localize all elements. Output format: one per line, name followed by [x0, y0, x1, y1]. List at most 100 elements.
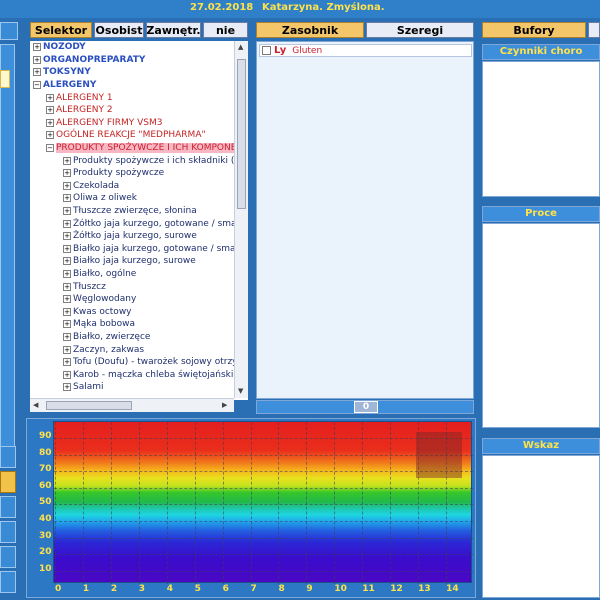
tree-item[interactable]: + Węglowodany [30, 293, 248, 306]
item-count: 0 [354, 401, 378, 413]
expand-icon[interactable]: + [63, 207, 71, 216]
tree-item[interactable]: + Żółtko jaja kurzego, gotowane / smażone [30, 217, 248, 230]
expand-icon[interactable]: + [63, 269, 71, 278]
expand-icon[interactable]: + [63, 307, 71, 316]
scroll-up-icon[interactable]: ▲ [238, 43, 243, 51]
scroll-thumb[interactable] [237, 59, 246, 209]
left-strip-button-5[interactable] [0, 546, 16, 568]
zasobnik-item[interactable]: Ly Gluten [259, 44, 472, 57]
expand-icon[interactable]: + [46, 93, 54, 102]
tab-osobist[interactable]: Osobist [94, 22, 144, 38]
left-strip-button-1[interactable] [0, 446, 16, 468]
tab-szeregi[interactable]: Szeregi [366, 22, 474, 38]
x-tick-label: 3 [138, 584, 146, 594]
grid-line-horizontal [54, 570, 473, 572]
tree-item[interactable]: + ALERGENY FIRMY VSM3 [30, 117, 248, 130]
spectrum-chart: 0 1 2 3 4 5 6 7 8 9 10 11 12 13 14 90 80 70 60 50 40 30 20 10 [26, 418, 476, 598]
grid-line-horizontal [54, 454, 473, 456]
tree-item-label: OGÓLNE REAKCJE "MEDPHARMA" [56, 130, 206, 141]
tree-item[interactable]: − PRODUKTY SPOŻYWCZE I ICH KOMPONEN [30, 142, 248, 155]
tab-selektor[interactable]: Selektor [30, 22, 92, 38]
tree-item[interactable]: + Tłuszcz [30, 280, 248, 293]
wskaz-panel[interactable] [482, 455, 600, 598]
scroll-left-icon[interactable]: ◀ [33, 401, 38, 409]
tree-item[interactable]: + NOZODY [30, 41, 248, 54]
hscroll-thumb[interactable] [46, 401, 132, 410]
y-tick-label: 70 [39, 464, 52, 475]
tree-item[interactable]: + Tłuszcze zwierzęce, słonina [30, 205, 248, 218]
proce-panel[interactable] [482, 223, 600, 428]
left-strip-button-2[interactable] [0, 471, 16, 493]
tree-item[interactable]: + Salami [30, 381, 248, 394]
expand-icon[interactable]: + [63, 320, 71, 329]
tree-vertical-scrollbar[interactable]: ▲ ▼ [234, 41, 248, 398]
tree-item[interactable]: + Czekolada [30, 180, 248, 193]
expand-icon[interactable]: + [63, 181, 71, 190]
tree-item[interactable]: + ORGANOPREPARATY [30, 54, 248, 67]
grid-line-vertical [166, 422, 168, 584]
tree-item[interactable]: + Karob - mączka chleba świętojańskiego - [30, 368, 248, 381]
tree-item[interactable]: + Kwas octowy [30, 305, 248, 318]
expand-icon[interactable]: + [33, 43, 41, 52]
expand-icon[interactable]: + [63, 282, 71, 291]
expand-icon[interactable]: + [63, 257, 71, 266]
tree-item[interactable]: + ALERGENY 2 [30, 104, 248, 117]
tree-item[interactable]: + Produkty spożywcze i ich składniki (SUM… [30, 154, 248, 167]
expand-icon[interactable]: + [46, 131, 54, 140]
expand-icon[interactable]: + [63, 332, 71, 341]
tree-item[interactable]: + Oliwa z oliwek [30, 192, 248, 205]
item-checkbox[interactable] [262, 46, 271, 55]
expand-icon[interactable]: + [63, 169, 71, 178]
left-strip-button-4[interactable] [0, 521, 16, 543]
expand-icon[interactable]: + [63, 370, 71, 379]
tree-item[interactable]: + ALERGENY 1 [30, 91, 248, 104]
tree-item[interactable]: + Białko, zwierzęce [30, 331, 248, 344]
tree-item[interactable]: + Produkty spożywcze [30, 167, 248, 180]
left-tabs: Selektor Osobist Zawnętr. nie [30, 22, 248, 38]
left-strip-button-3[interactable] [0, 496, 16, 518]
expand-icon[interactable]: + [63, 232, 71, 241]
collapse-icon[interactable]: − [46, 144, 54, 153]
grid-line-vertical [110, 422, 112, 584]
expand-icon[interactable]: + [46, 118, 54, 127]
tab-nie[interactable]: nie [203, 22, 248, 38]
scroll-down-icon[interactable]: ▼ [238, 387, 243, 395]
expand-icon[interactable]: + [63, 358, 71, 367]
tree-item[interactable]: + Zaczyn, zakwas [30, 343, 248, 356]
expand-icon[interactable]: + [63, 383, 71, 392]
expand-icon[interactable]: + [63, 345, 71, 354]
item-prefix: Ly [274, 45, 287, 56]
tree-item-label: NOZODY [43, 42, 86, 53]
tree-item[interactable]: + OGÓLNE REAKCJE "MEDPHARMA" [30, 129, 248, 142]
expand-icon[interactable]: + [63, 194, 71, 203]
tree-item[interactable]: + TOKSYNY [30, 66, 248, 79]
scroll-right-icon[interactable]: ▶ [222, 401, 227, 409]
y-tick-label: 80 [39, 447, 52, 458]
tab-zasobnik[interactable]: Zasobnik [256, 22, 364, 38]
tab-zawnetr[interactable]: Zawnętr. [146, 22, 201, 38]
tree-horizontal-scrollbar[interactable]: ◀ ▶ [30, 398, 234, 412]
collapse-icon[interactable]: − [33, 81, 41, 90]
expand-icon[interactable]: + [63, 219, 71, 228]
expand-icon[interactable]: + [63, 244, 71, 253]
tree-item[interactable]: − ALERGENY [30, 79, 248, 92]
expand-icon[interactable]: + [63, 295, 71, 304]
y-tick-label: 20 [39, 547, 52, 558]
expand-icon[interactable]: + [46, 106, 54, 115]
selector-tree[interactable]: + NOZODY + ORGANOPREPARATY + TOKSYNY − ALERGENY… [30, 41, 248, 400]
tree-item[interactable]: + Mąka bobowa [30, 318, 248, 331]
tree-item[interactable]: + Białko jaja kurzego, surowe [30, 255, 248, 268]
left-strip-field[interactable] [0, 70, 10, 88]
y-tick-label: 90 [39, 431, 52, 441]
expand-icon[interactable]: + [63, 156, 71, 165]
tab-bufory[interactable]: Bufory [482, 22, 586, 38]
left-strip-button-6[interactable] [0, 571, 16, 593]
czynniki-panel[interactable] [482, 61, 600, 197]
tab-extra[interactable] [588, 22, 600, 38]
expand-icon[interactable]: + [33, 68, 41, 77]
tree-item[interactable]: + Białko, ogólne [30, 268, 248, 281]
expand-icon[interactable]: + [33, 55, 41, 64]
tree-item[interactable]: + Tofu (Doufu) - twarożek sojowy otrzymyw… [30, 356, 248, 369]
tree-item[interactable]: + Białko jaja kurzego, gotowane / smażone [30, 243, 248, 256]
tree-item[interactable]: + Żółtko jaja kurzego, surowe [30, 230, 248, 243]
